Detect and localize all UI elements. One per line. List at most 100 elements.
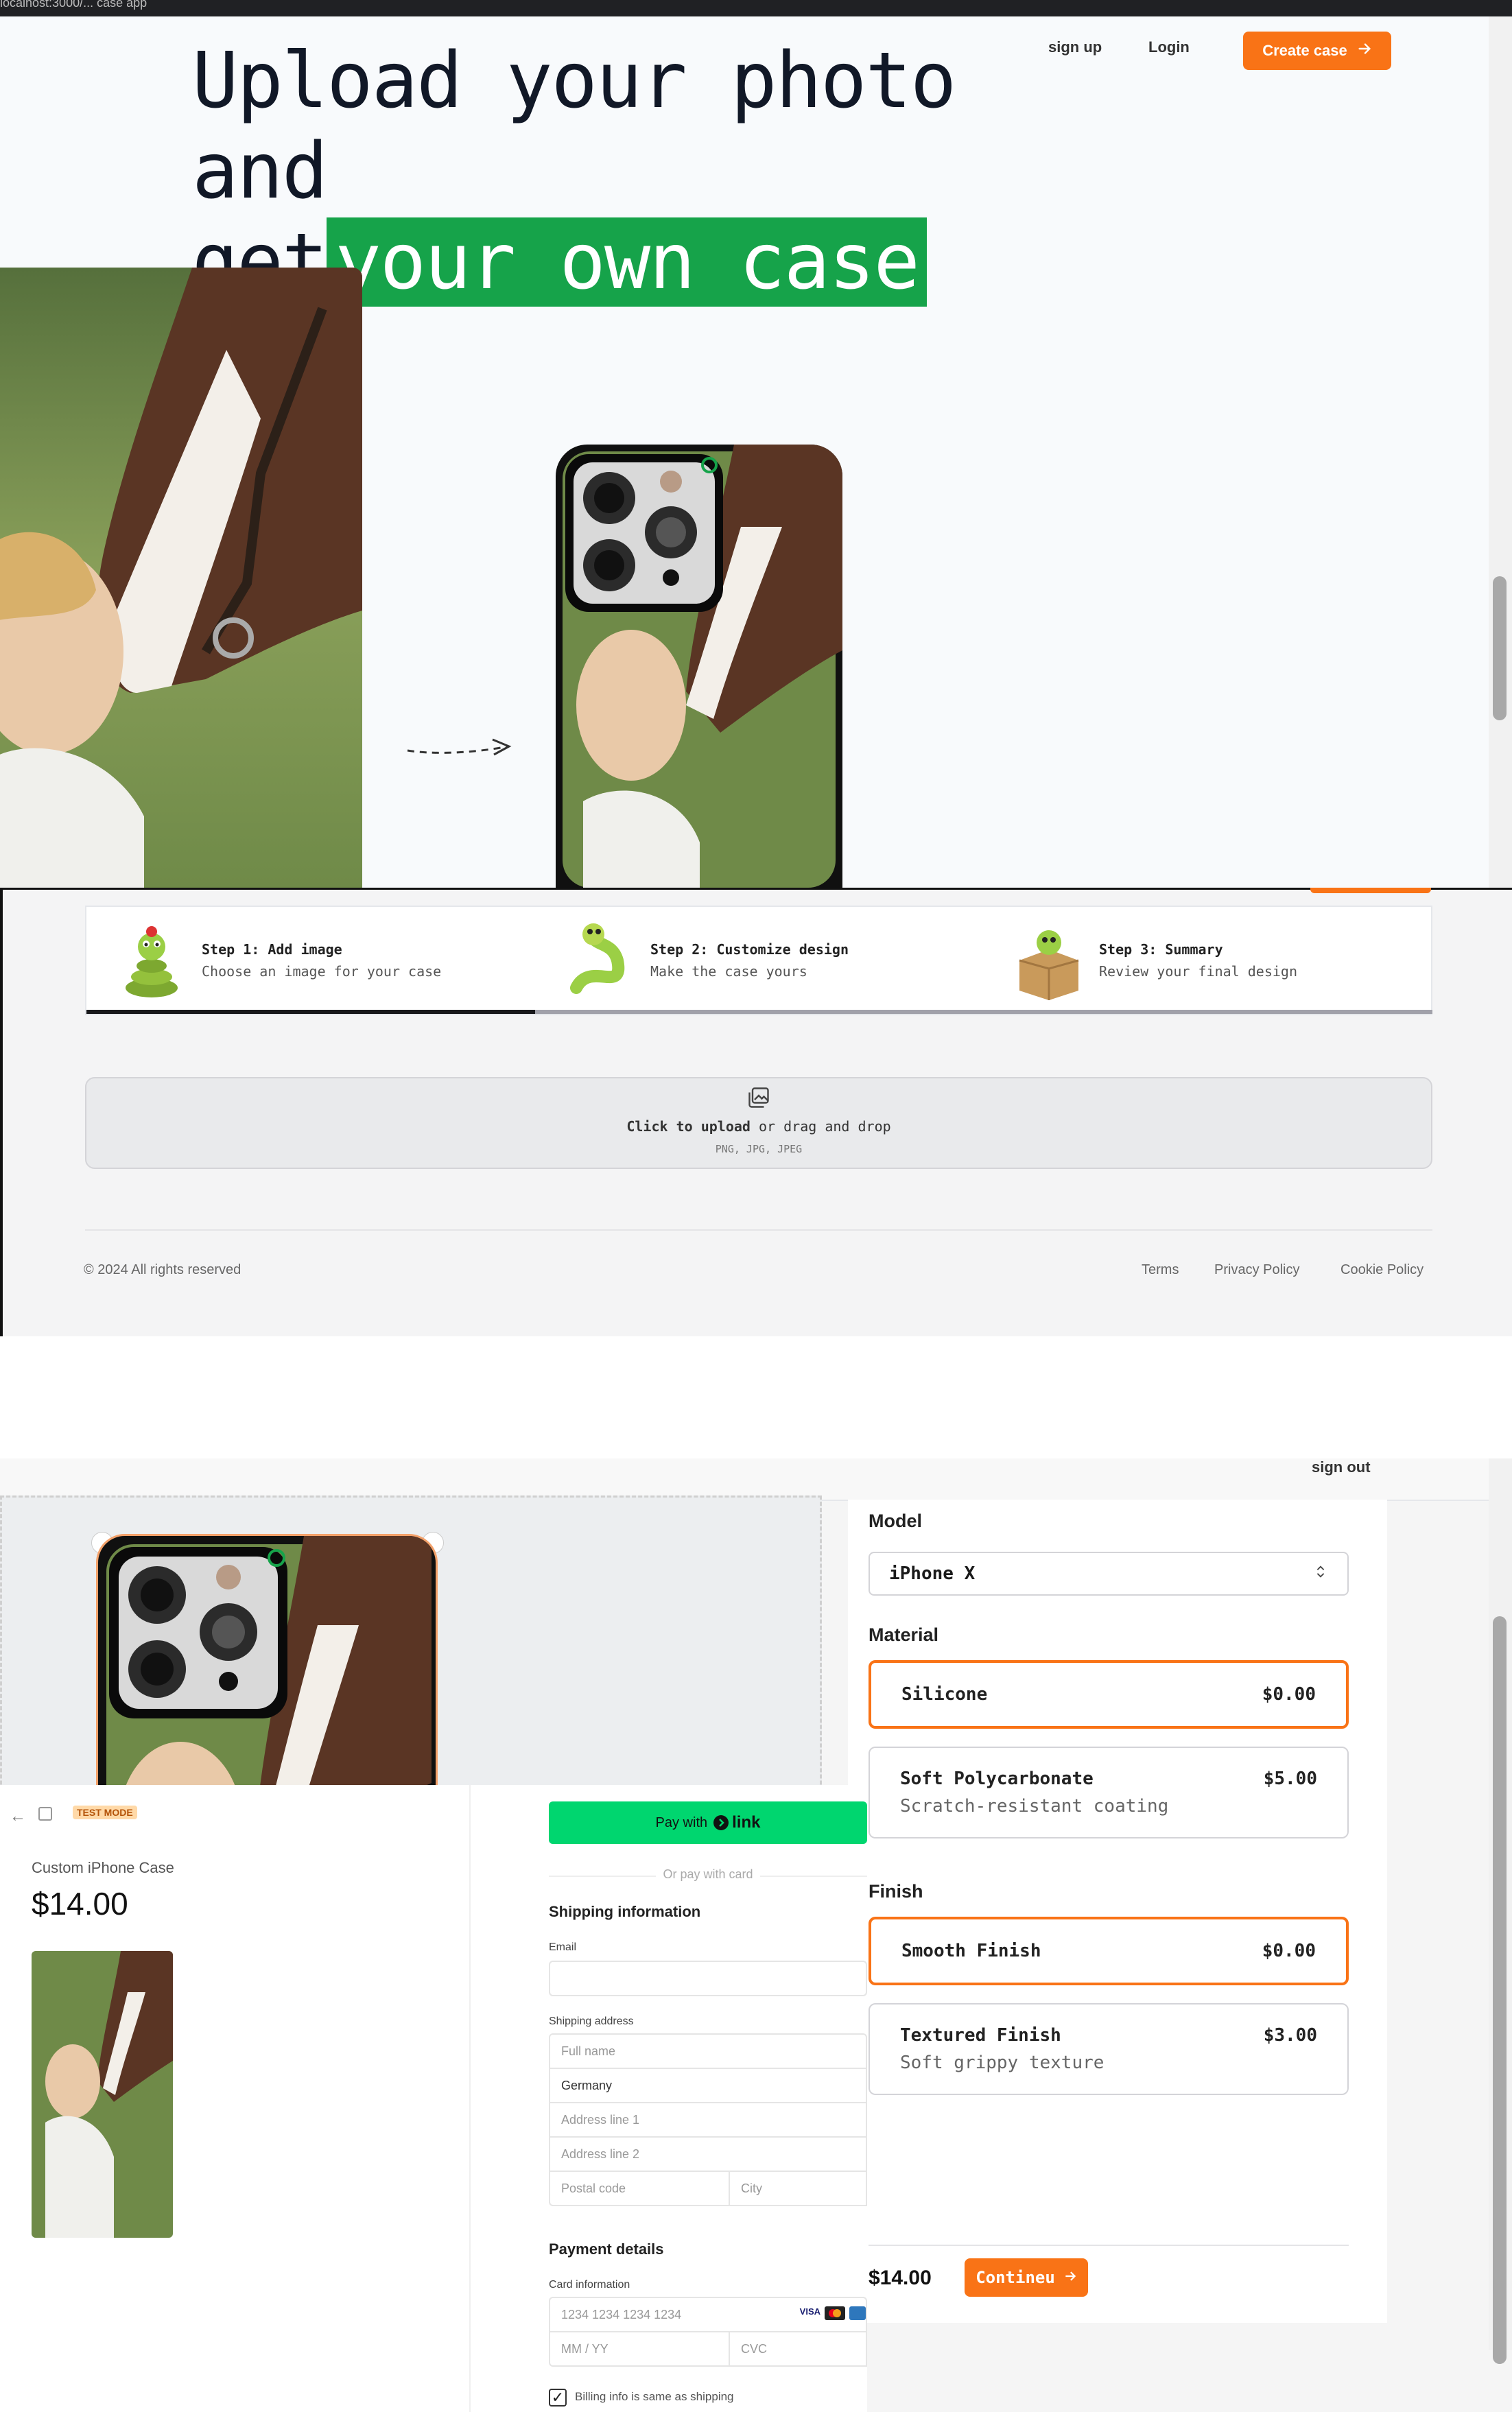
- options-panel: Model iPhone X Material Silicone $0.00 S…: [848, 1500, 1387, 2323]
- card-number-placeholder: 1234 1234 1234 1234: [561, 2307, 682, 2321]
- option-name: Textured Finish: [900, 2025, 1061, 2046]
- total-price: $14.00: [869, 2267, 932, 2289]
- address-line2-field[interactable]: Address line 2: [549, 2136, 867, 2172]
- snake-mascot-icon: [114, 919, 189, 1002]
- payment-title: Payment details: [549, 2240, 664, 2258]
- step-title: Step 3: Summary: [1099, 941, 1223, 958]
- shipping-title: Shipping information: [549, 1903, 701, 1920]
- full-name-field[interactable]: Full name: [549, 2033, 867, 2069]
- header: sign out: [0, 1458, 1489, 1501]
- option-name: Silicone: [901, 1684, 988, 1705]
- step-description: Choose an image for your case: [202, 963, 442, 980]
- postal-code-placeholder: Postal code: [561, 2181, 626, 2195]
- model-select-value: iPhone X: [889, 1563, 976, 1584]
- option-description: Soft grippy texture: [900, 2053, 1105, 2073]
- checkout-page: ← TEST MODE Custom iPhone Case $14.00 Pa…: [0, 1785, 867, 2412]
- pay-with-label: Pay with: [655, 1814, 708, 1830]
- dashed-arrow-icon: [405, 734, 515, 764]
- link-brand: link: [732, 1813, 761, 1832]
- arrow-right-icon: [1357, 41, 1372, 60]
- finish-option-smooth[interactable]: Smooth Finish $0.00: [869, 1917, 1349, 1985]
- upload-page: Step 1: Add image Choose an image for yo…: [0, 888, 1512, 1336]
- signout-link[interactable]: sign out: [1312, 1458, 1371, 1476]
- store-icon: [38, 1807, 52, 1821]
- back-arrow-icon[interactable]: ←: [10, 1807, 26, 1826]
- footer-link-cookie[interactable]: Cookie Policy: [1340, 1262, 1424, 1278]
- material-option-silicone[interactable]: Silicone $0.00: [869, 1660, 1349, 1729]
- option-price: $5.00: [1263, 1769, 1317, 1789]
- hero-title-line1: Upload your photo and: [192, 36, 956, 216]
- steps-progress: Step 1: Add image Choose an image for yo…: [85, 906, 1432, 1015]
- product-name: Custom iPhone Case: [32, 1859, 174, 1876]
- finish-option-textured[interactable]: Textured Finish Soft grippy texture $3.0…: [869, 2003, 1349, 2095]
- city-field[interactable]: City: [729, 2171, 867, 2206]
- step-active-indicator: [86, 1010, 535, 1014]
- email-field[interactable]: [549, 1961, 867, 1996]
- shipping-address-label: Shipping address: [549, 2015, 634, 2027]
- upload-instruction: Click to upload or drag and drop: [86, 1118, 1431, 1135]
- model-select[interactable]: iPhone X: [869, 1552, 1349, 1596]
- test-mode-badge: TEST MODE: [73, 1806, 137, 1819]
- address-line2-placeholder: Address line 2: [561, 2147, 640, 2161]
- footer-divider: [85, 1229, 1432, 1231]
- snake-mascot-icon: [563, 919, 638, 1002]
- chevron-up-down-icon: [1313, 1563, 1328, 1584]
- postal-code-field[interactable]: Postal code: [549, 2171, 730, 2206]
- upload-dropzone[interactable]: Click to upload or drag and drop PNG, JP…: [85, 1077, 1432, 1169]
- step-inactive-indicator: [984, 1010, 1432, 1014]
- upload-click-text[interactable]: Click to upload: [626, 1118, 751, 1135]
- material-option-polycarbonate[interactable]: Soft Polycarbonate Scratch-resistant coa…: [869, 1747, 1349, 1838]
- billing-same-checkbox[interactable]: ✓: [549, 2389, 567, 2407]
- login-link[interactable]: Login: [1148, 38, 1190, 56]
- signup-link[interactable]: sign up: [1048, 38, 1102, 56]
- create-case-button-edge: [1310, 888, 1431, 893]
- pay-with-link-button[interactable]: Pay with link: [549, 1801, 867, 1844]
- divider: [3, 888, 1512, 890]
- card-number-field[interactable]: 1234 1234 1234 1234 VISA: [549, 2297, 867, 2332]
- product-price: $14.00: [32, 1886, 128, 1922]
- payment-form: Pay with link Or pay with card Shipping …: [549, 1785, 867, 2412]
- city-placeholder: City: [741, 2181, 762, 2195]
- step-title: Step 2: Customize design: [650, 941, 849, 958]
- step-summary: Step 3: Summary Review your final design: [984, 907, 1432, 1014]
- card-brand-icons: VISA: [800, 2306, 866, 2324]
- scrollbar-thumb[interactable]: [1493, 576, 1507, 720]
- country-value: Germany: [561, 2078, 613, 2092]
- link-logo-icon: link: [713, 1813, 760, 1832]
- billing-same-label: Billing info is same as shipping: [575, 2390, 734, 2403]
- option-description: Scratch-resistant coating: [900, 1796, 1169, 1817]
- option-price: $0.00: [1262, 1941, 1316, 1961]
- continue-label: Contineu: [976, 2268, 1055, 2287]
- card-info-label: Card information: [549, 2279, 630, 2291]
- divider: [869, 2245, 1349, 2246]
- step-customize: Step 2: Customize design Make the case y…: [535, 907, 984, 1014]
- continue-button[interactable]: Contineu: [965, 2258, 1088, 2297]
- model-label: Model: [869, 1511, 922, 1531]
- browser-url: localhost:3000/... case app: [0, 0, 147, 10]
- snake-box-mascot-icon: [1011, 919, 1087, 1002]
- country-select[interactable]: Germany: [549, 2068, 867, 2103]
- create-case-button[interactable]: Create case: [1243, 32, 1391, 70]
- amex-icon: [849, 2306, 866, 2324]
- option-price: $3.00: [1263, 2025, 1317, 2046]
- visa-icon: VISA: [799, 2306, 820, 2317]
- or-pay-with-card-label: Or pay with card: [656, 1867, 760, 1881]
- scrollbar-thumb[interactable]: [1493, 1616, 1507, 2364]
- step-description: Make the case yours: [650, 963, 807, 980]
- footer-link-privacy[interactable]: Privacy Policy: [1214, 1262, 1299, 1278]
- step-title: Step 1: Add image: [202, 941, 342, 958]
- upload-drag-text: or drag and drop: [750, 1118, 891, 1135]
- cvc-placeholder: CVC: [741, 2341, 768, 2356]
- footer-link-terms[interactable]: Terms: [1142, 1262, 1179, 1278]
- finish-label: Finish: [869, 1881, 923, 1902]
- phone-case-preview: [556, 445, 842, 888]
- expiry-field[interactable]: MM / YY: [549, 2331, 730, 2367]
- scrollbar[interactable]: [1489, 16, 1512, 888]
- order-summary: ← TEST MODE Custom iPhone Case $14.00: [0, 1785, 471, 2412]
- cvc-field[interactable]: CVC: [729, 2331, 867, 2367]
- step-add-image: Step 1: Add image Choose an image for yo…: [86, 907, 535, 1014]
- source-photo: [0, 268, 362, 888]
- address-line1-field[interactable]: Address line 1: [549, 2102, 867, 2138]
- image-upload-icon: [746, 1085, 771, 1113]
- step-description: Review your final design: [1099, 963, 1297, 980]
